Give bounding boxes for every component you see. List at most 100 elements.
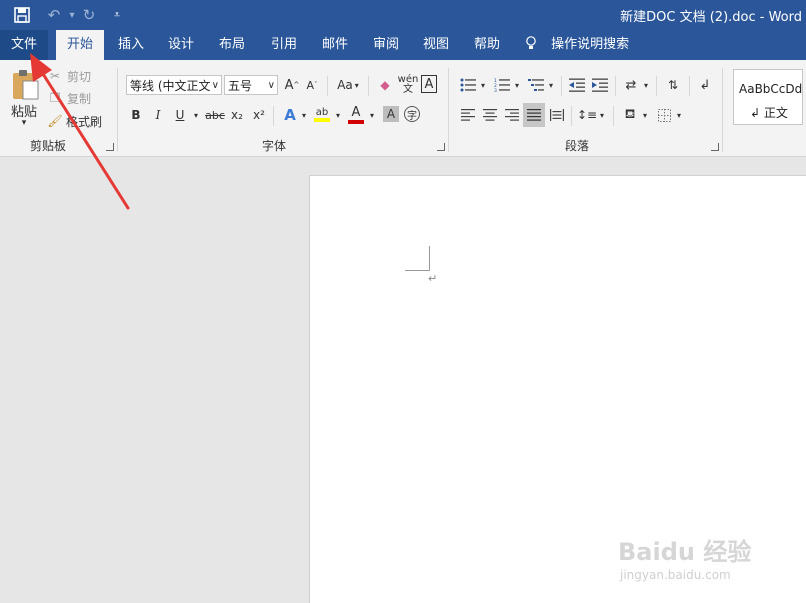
style-name: ↲ 正文 <box>750 106 788 120</box>
chinese-layout-dropdown-icon[interactable]: ▾ <box>641 75 651 95</box>
highlight-dropdown-icon[interactable]: ▾ <box>333 105 343 125</box>
strikethrough-button[interactable]: abc <box>205 105 225 125</box>
paragraph-mark: ↵ <box>428 272 438 285</box>
multilevel-dropdown-icon[interactable]: ▾ <box>546 75 556 95</box>
font-launcher-icon[interactable] <box>437 143 445 151</box>
sort-icon[interactable]: ⇅ <box>663 75 683 95</box>
numbering-dropdown-icon[interactable]: ▾ <box>512 75 522 95</box>
tab-design[interactable]: 设计 <box>160 30 202 60</box>
justify-icon[interactable] <box>523 103 545 127</box>
paste-dropdown-icon[interactable]: ▾ <box>18 118 30 128</box>
character-shading-button[interactable]: A <box>383 106 399 122</box>
customize-toolbar-icon[interactable]: ⩡ <box>105 3 129 27</box>
tab-view[interactable]: 视图 <box>415 30 457 60</box>
shading-dropdown-icon[interactable]: ▾ <box>640 105 650 125</box>
highlight-button[interactable]: ab <box>313 104 331 124</box>
cut-button[interactable]: 剪切 <box>64 68 94 84</box>
chevron-down-icon[interactable]: ∨ <box>209 76 219 94</box>
font-color-dropdown-icon[interactable]: ▾ <box>367 105 377 125</box>
font-size-value: 五号 <box>228 79 253 93</box>
baidu-watermark-url: jingyan.baidu.com <box>620 568 731 582</box>
grow-font-button[interactable]: A ^ <box>284 75 300 95</box>
phonetic-bottom: 文 <box>403 84 413 95</box>
lightbulb-icon <box>525 36 541 52</box>
divider <box>561 76 562 96</box>
phonetic-guide-button[interactable]: wén 文 <box>398 73 419 97</box>
change-case-label: Aa <box>337 78 353 92</box>
svg-text:3: 3 <box>494 88 497 92</box>
font-name-combo[interactable]: 等线 (中文正文) ∨ <box>126 75 222 95</box>
bullets-icon[interactable] <box>458 75 478 95</box>
divider <box>273 106 274 126</box>
subscript-button[interactable]: x₂ <box>229 105 245 125</box>
shading-bucket-icon[interactable]: ⛾ <box>620 105 640 125</box>
font-name-value: 等线 (中文正文) <box>130 79 216 93</box>
clipboard-launcher-icon[interactable] <box>106 143 114 151</box>
character-border-button[interactable]: A <box>421 75 437 93</box>
style-normal[interactable]: AaBbCcDd ↲ 正文 <box>733 69 803 125</box>
divider <box>327 76 328 96</box>
align-center-icon[interactable] <box>480 105 500 125</box>
divider <box>615 76 616 96</box>
margin-corner-mark <box>405 246 430 271</box>
tab-review[interactable]: 审阅 <box>365 30 407 60</box>
multilevel-list-icon[interactable] <box>526 75 546 95</box>
increase-indent-icon[interactable] <box>590 75 610 95</box>
text-effects-button[interactable]: A <box>281 105 299 125</box>
chevron-down-icon[interactable]: ∨ <box>268 76 275 94</box>
format-painter-icon: 🖌 <box>47 114 63 128</box>
divider <box>689 76 690 96</box>
bullets-dropdown-icon[interactable]: ▾ <box>478 75 488 95</box>
redo-icon[interactable]: ↻ <box>77 3 101 27</box>
font-size-combo[interactable]: 五号 ∨ <box>224 75 278 95</box>
grow-font-label: A <box>284 77 294 93</box>
format-painter-button[interactable]: 格式刷 <box>64 113 104 129</box>
shrink-font-button[interactable]: Aˇ <box>304 75 320 95</box>
enclose-characters-button[interactable]: 字 <box>404 106 420 122</box>
line-spacing-icon[interactable]: ↕≡ <box>577 105 597 125</box>
clear-formatting-icon[interactable]: ◆ <box>376 75 394 95</box>
tell-me-search[interactable]: 操作说明搜索 <box>525 30 635 60</box>
font-color-button[interactable]: A <box>347 104 365 124</box>
text-effects-dropdown-icon[interactable]: ▾ <box>299 105 309 125</box>
document-title: 新建DOC 文档 (2).doc - Word <box>620 10 802 25</box>
highlight-label: ab <box>315 106 329 118</box>
tab-file[interactable]: 文件 <box>0 30 48 60</box>
numbering-icon[interactable]: 123 <box>492 75 512 95</box>
paragraph-launcher-icon[interactable] <box>711 143 719 151</box>
divider <box>613 106 614 126</box>
save-icon[interactable] <box>10 3 34 27</box>
align-right-icon[interactable] <box>502 105 522 125</box>
style-sample: AaBbCcDd <box>739 82 803 96</box>
shrink-font-label: A <box>306 78 315 92</box>
tell-me-label: 操作说明搜索 <box>551 37 630 52</box>
tab-help[interactable]: 帮助 <box>466 30 508 60</box>
copy-button[interactable]: 复制 <box>64 90 94 106</box>
paste-button[interactable]: 粘贴 <box>6 102 42 120</box>
tab-mailings[interactable]: 邮件 <box>314 30 356 60</box>
borders-icon[interactable] <box>654 105 674 125</box>
show-marks-icon[interactable]: ↲ <box>695 75 715 95</box>
distributed-icon[interactable] <box>547 105 567 125</box>
underline-button[interactable]: U <box>173 105 187 125</box>
superscript-button[interactable]: x² <box>251 105 267 125</box>
clipboard-group-label: 剪贴板 <box>30 139 67 153</box>
change-case-button[interactable]: Aa ▾ <box>333 75 363 95</box>
highlight-swatch <box>314 117 330 122</box>
tab-references[interactable]: 引用 <box>263 30 305 60</box>
bold-button[interactable]: B <box>129 105 143 125</box>
ribbon-tab-bar: 文件 开始 插入 设计 布局 引用 邮件 审阅 视图 帮助 操作说明搜索 <box>0 30 806 60</box>
baidu-watermark: Baidu 经验 <box>618 538 752 566</box>
tab-insert[interactable]: 插入 <box>110 30 152 60</box>
align-left-icon[interactable] <box>458 105 478 125</box>
tab-layout[interactable]: 布局 <box>211 30 253 60</box>
line-spacing-dropdown-icon[interactable]: ▾ <box>597 105 607 125</box>
tab-home[interactable]: 开始 <box>56 30 104 60</box>
divider <box>656 76 657 96</box>
clipboard-paste-icon[interactable] <box>8 68 42 102</box>
italic-button[interactable]: I <box>151 105 165 125</box>
decrease-indent-icon[interactable] <box>567 75 587 95</box>
underline-dropdown-icon[interactable]: ▾ <box>191 105 201 125</box>
borders-dropdown-icon[interactable]: ▾ <box>674 105 684 125</box>
chinese-layout-icon[interactable]: ⇄ <box>621 75 641 95</box>
